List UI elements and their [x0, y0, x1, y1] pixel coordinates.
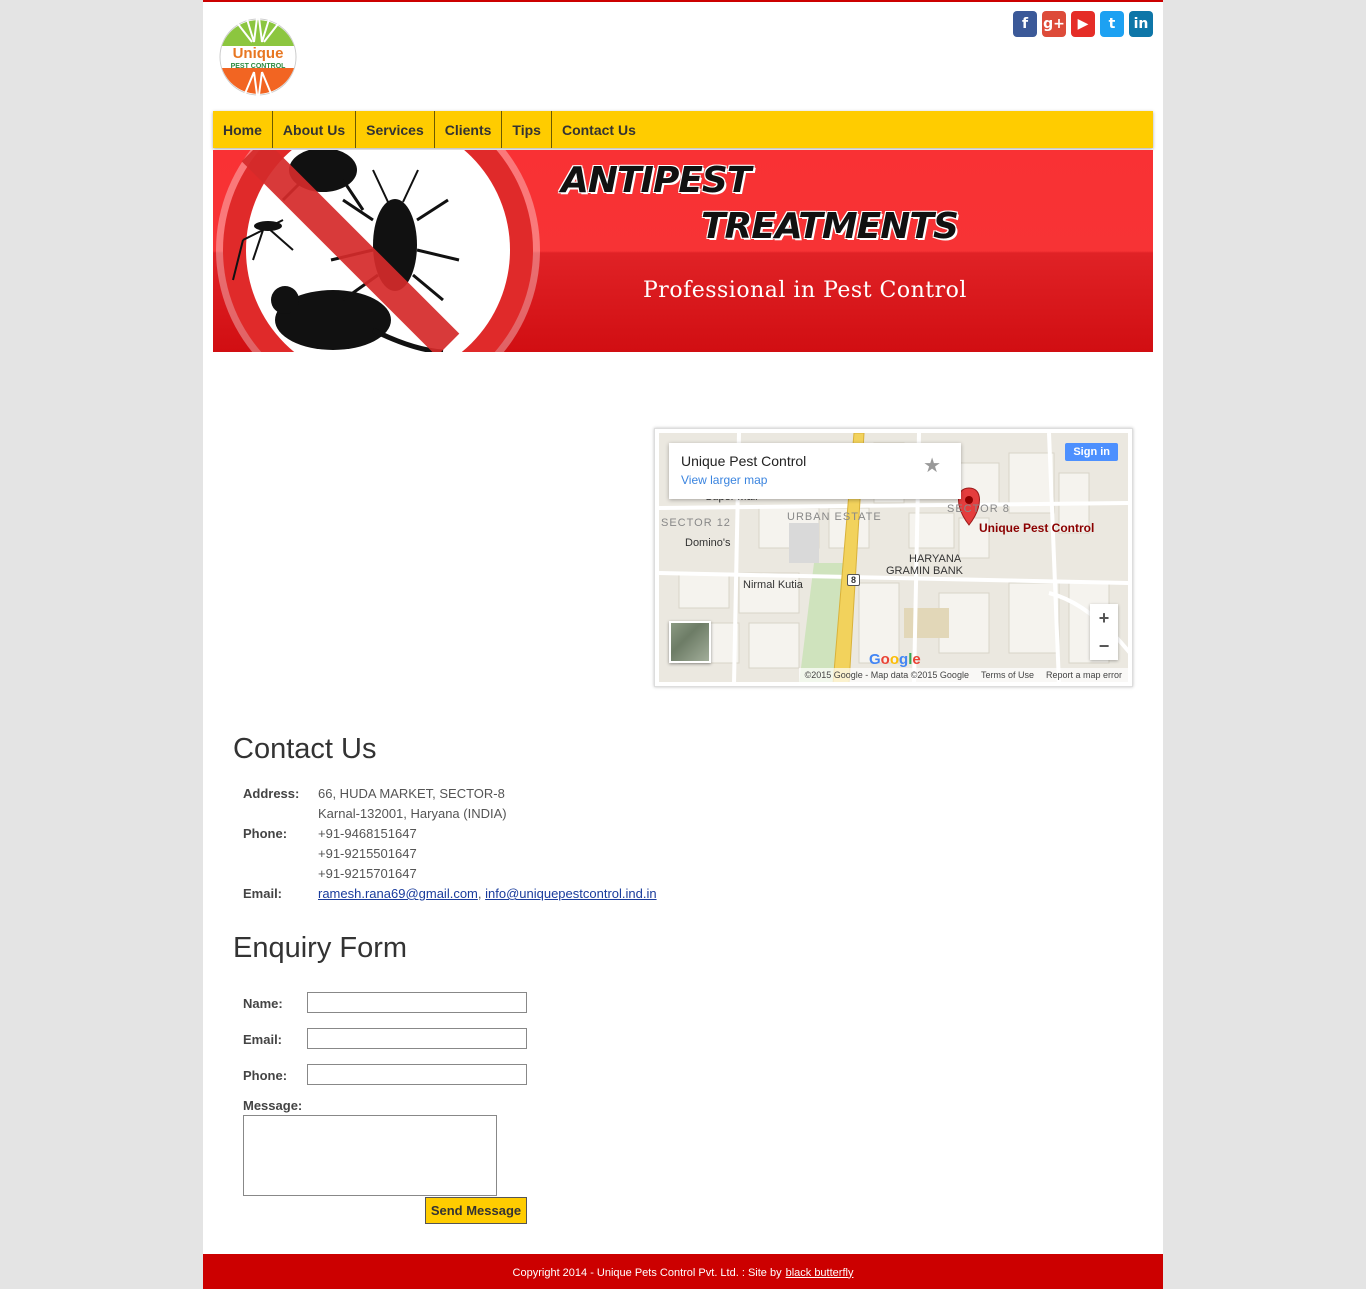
phone-3: +91-9215701647: [318, 866, 417, 881]
twitter-icon[interactable]: t: [1100, 11, 1124, 37]
phone-field-label: Phone:: [243, 1068, 288, 1083]
phone-2: +91-9215501647: [318, 846, 417, 861]
phone-label: Phone:: [243, 826, 288, 841]
nav-contact-us[interactable]: Contact Us: [552, 111, 646, 148]
footer-credit-link[interactable]: black butterfly: [786, 1267, 854, 1279]
map-info-card: Unique Pest Control View larger map ★: [669, 443, 961, 499]
map-label-haryana: HARYANA: [909, 553, 962, 565]
email-link-2[interactable]: info@uniquepestcontrol.ind.in: [485, 886, 656, 901]
enquiry-heading: Enquiry Form: [233, 932, 408, 964]
map-terms-link[interactable]: Terms of Use: [981, 670, 1034, 680]
nav-tips[interactable]: Tips: [502, 111, 552, 148]
map-footer: ©2015 Google - Map data ©2015 Google Ter…: [798, 668, 1128, 682]
nav-services[interactable]: Services: [356, 111, 435, 148]
map-label-urban-estate: URBAN ESTATE: [787, 511, 882, 523]
site-footer: Copyright 2014 - Unique Pets Control Pvt…: [203, 1254, 1163, 1289]
banner-subtitle: Professional in Pest Control: [643, 278, 967, 303]
zoom-in-icon[interactable]: +: [1090, 604, 1118, 632]
enquiry-form: Name: Email: Phone: Message: Send Messag…: [243, 992, 543, 1224]
map-label-dominos: Domino's: [685, 537, 731, 549]
name-label: Name:: [243, 996, 283, 1011]
logo-sub: PEST CONTROL: [231, 63, 287, 70]
youtube-icon[interactable]: ▶: [1071, 11, 1095, 37]
nav-clients[interactable]: Clients: [435, 111, 503, 148]
banner-title-line2: TREATMENTS: [701, 206, 959, 247]
map-embed: Super Mall SECTOR 12 Domino's URBAN ESTA…: [654, 428, 1133, 687]
contact-heading: Contact Us: [233, 733, 377, 765]
address-line1: 66, HUDA MARKET, SECTOR-8: [318, 786, 505, 801]
map-label-nirmal-kutia: Nirmal Kutia: [743, 579, 803, 591]
phone-input[interactable]: [307, 1064, 527, 1085]
logo-word: Unique: [233, 45, 284, 62]
send-message-button[interactable]: Send Message: [425, 1197, 527, 1224]
zoom-out-icon[interactable]: −: [1090, 632, 1118, 660]
phone-1: +91-9468151647: [318, 826, 417, 841]
address-label: Address:: [243, 786, 300, 801]
map-canvas[interactable]: Super Mall SECTOR 12 Domino's URBAN ESTA…: [659, 433, 1128, 682]
hero-banner: ANTIPEST TREATMENTS Professional in Pest…: [213, 150, 1153, 352]
save-star-icon[interactable]: ★: [923, 453, 941, 478]
message-textarea[interactable]: [243, 1115, 497, 1196]
site-logo[interactable]: Unique PEST CONTROL: [218, 6, 298, 108]
map-label-gramin-bank: GRAMIN BANK: [886, 565, 964, 577]
main-nav: Home About Us Services Clients Tips Cont…: [213, 111, 1153, 148]
email-label: Email:: [243, 886, 283, 901]
message-label: Message:: [243, 1098, 303, 1113]
contact-details: Address: 66, HUDA MARKET, SECTOR-8 Karnal…: [243, 784, 657, 904]
nav-about-us[interactable]: About Us: [273, 111, 357, 148]
email-input[interactable]: [307, 1028, 527, 1049]
name-input[interactable]: [307, 992, 527, 1013]
banner-title-line1: ANTIPEST: [561, 160, 751, 201]
satellite-toggle[interactable]: [669, 621, 711, 663]
map-copyright: ©2015 Google - Map data ©2015 Google: [804, 670, 969, 680]
map-label-sector-12: SECTOR 12: [661, 517, 731, 529]
footer-copyright: Copyright 2014 - Unique Pets Control Pvt…: [512, 1266, 782, 1279]
facebook-icon[interactable]: f: [1013, 11, 1037, 37]
google-plus-icon[interactable]: g+: [1042, 11, 1066, 37]
nav-home[interactable]: Home: [213, 111, 273, 148]
address-line2: Karnal-132001, Haryana (INDIA): [318, 806, 507, 821]
linkedin-icon[interactable]: in: [1129, 11, 1153, 37]
map-place-name: Unique Pest Control: [681, 453, 807, 469]
map-report-link[interactable]: Report a map error: [1046, 670, 1122, 680]
map-label-sector-8: SECTOR 8: [947, 503, 1010, 515]
view-larger-map-link[interactable]: View larger map: [681, 473, 949, 487]
google-logo: Google: [869, 651, 921, 668]
map-pin-label[interactable]: Unique Pest Control: [979, 521, 1094, 535]
page-container: Unique PEST CONTROL f g+ ▶ t in Home Abo…: [203, 0, 1163, 1289]
social-links: f g+ ▶ t in: [1013, 11, 1153, 37]
map-zoom-control: + −: [1090, 604, 1118, 660]
highway-8-shield: 8: [847, 574, 861, 586]
email-field-label: Email:: [243, 1032, 283, 1047]
email-link-1[interactable]: ramesh.rana69@gmail.com: [318, 886, 478, 901]
map-sign-in-button[interactable]: Sign in: [1065, 443, 1118, 461]
